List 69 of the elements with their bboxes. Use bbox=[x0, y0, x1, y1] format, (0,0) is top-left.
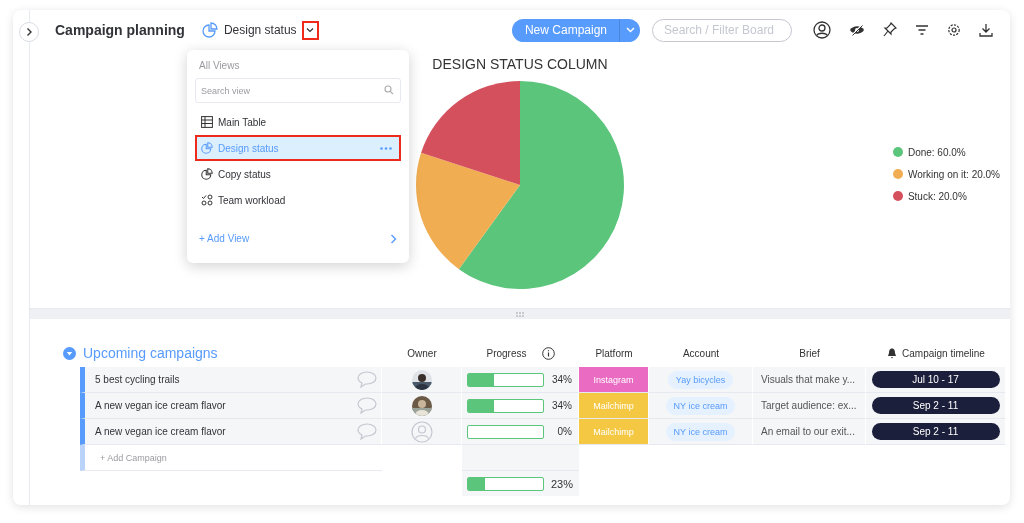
platform-label[interactable]: Mailchimp bbox=[579, 419, 649, 445]
new-campaign-menu-button[interactable] bbox=[620, 18, 640, 42]
platform-label[interactable]: Instagram bbox=[579, 367, 649, 393]
timeline-pill[interactable]: Sep 2 - 11 bbox=[871, 423, 1000, 440]
platform-label[interactable]: Mailchimp bbox=[579, 393, 649, 419]
filter-icon[interactable] bbox=[915, 24, 929, 36]
progress-percent: 0% bbox=[557, 426, 573, 437]
item-name[interactable]: A new vegan ice cream flavor bbox=[95, 426, 226, 437]
legend-label: Done: 60.0% bbox=[907, 146, 966, 158]
bell-icon bbox=[887, 347, 898, 359]
chart-title: DESIGN STATUS COLUMN bbox=[432, 56, 608, 72]
legend-label: Working on it: 20.0% bbox=[907, 168, 1000, 180]
legend-label: Stuck: 20.0% bbox=[907, 190, 967, 202]
timeline-pill[interactable]: Sep 2 - 11 bbox=[871, 397, 1000, 414]
view-menu-item[interactable]: Main Table bbox=[195, 109, 401, 135]
expand-button[interactable] bbox=[19, 22, 39, 42]
search-icon bbox=[384, 85, 394, 95]
download-icon[interactable] bbox=[979, 23, 993, 37]
column-header: Campaign timeline bbox=[902, 347, 985, 359]
pie-chart-icon bbox=[201, 168, 213, 180]
column-header: Owner bbox=[407, 347, 437, 359]
search-field[interactable]: Search / Filter Board bbox=[652, 18, 792, 42]
caret-down-icon bbox=[625, 27, 635, 33]
pie-chart-icon bbox=[201, 22, 218, 38]
view-menu-item[interactable]: Team workload bbox=[195, 187, 401, 213]
comment-icon[interactable] bbox=[357, 423, 377, 440]
brief-text: An email to our exit... bbox=[761, 426, 855, 437]
new-campaign-button[interactable]: New Campaign bbox=[511, 18, 620, 42]
column-header: Progress bbox=[486, 347, 527, 359]
group-title: Upcoming campaigns bbox=[83, 345, 218, 361]
workload-icon bbox=[201, 194, 213, 206]
timeline-pill[interactable]: Jul 10 - 17 bbox=[871, 371, 1000, 388]
chevron-right-icon bbox=[24, 27, 34, 37]
view-menu-item[interactable]: Design status bbox=[195, 135, 401, 161]
column-header: Platform bbox=[595, 347, 633, 359]
add-item-field[interactable]: + Add Campaign bbox=[95, 452, 167, 463]
comment-icon[interactable] bbox=[357, 371, 377, 388]
hidden-eye-icon[interactable] bbox=[849, 23, 865, 37]
item-name[interactable]: 5 best cycling trails bbox=[95, 374, 180, 385]
column-header: Brief bbox=[799, 347, 820, 359]
drag-handle-icon[interactable] bbox=[516, 311, 524, 317]
settings-icon[interactable] bbox=[947, 23, 961, 37]
item-name[interactable]: A new vegan ice cream flavor bbox=[95, 400, 226, 411]
person-icon[interactable] bbox=[813, 21, 831, 39]
view-menu-item[interactable]: Copy status bbox=[195, 161, 401, 187]
menu-heading: All Views bbox=[198, 59, 241, 73]
caret-down-icon bbox=[306, 27, 315, 33]
progress-percent: 34% bbox=[552, 374, 573, 385]
brief-text: Target audience: ex... bbox=[761, 400, 857, 411]
account-tag[interactable]: NY ice cream bbox=[665, 422, 736, 441]
view-dropdown-button[interactable] bbox=[301, 20, 319, 40]
comment-icon[interactable] bbox=[357, 397, 377, 414]
view-name: Design status bbox=[223, 23, 297, 37]
account-tag[interactable]: NY ice cream bbox=[665, 396, 736, 415]
progress-percent: 34% bbox=[552, 400, 573, 411]
board-title: Campaign planning bbox=[55, 22, 185, 38]
add-view-link[interactable]: + Add View bbox=[199, 233, 250, 244]
collapse-group-icon[interactable] bbox=[63, 346, 76, 360]
chevron-right-icon[interactable] bbox=[390, 233, 397, 244]
progress-percent: 23% bbox=[550, 477, 574, 490]
pin-icon[interactable] bbox=[883, 22, 897, 38]
account-tag[interactable]: Yay bicycles bbox=[667, 370, 734, 389]
more-icon[interactable] bbox=[380, 146, 392, 150]
brief-text: Visuals that make y... bbox=[761, 374, 856, 385]
view-search-field[interactable]: Search view bbox=[195, 78, 401, 103]
info-icon[interactable] bbox=[541, 346, 555, 360]
table-icon bbox=[201, 116, 213, 128]
pie-chart-icon bbox=[201, 142, 213, 154]
column-header: Account bbox=[682, 347, 720, 359]
